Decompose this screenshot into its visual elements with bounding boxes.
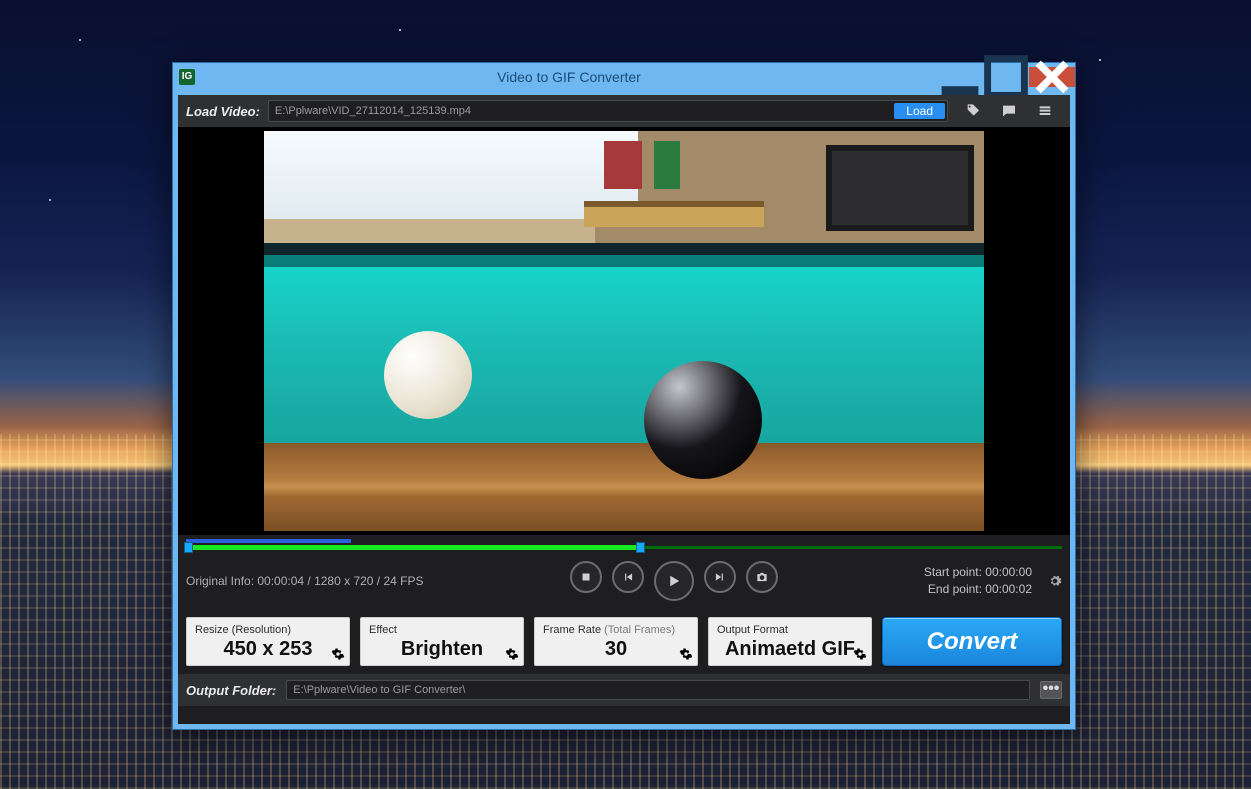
timeline[interactable] xyxy=(178,535,1070,557)
load-bar: Load Video: Load xyxy=(178,95,1070,127)
window-title: Video to GIF Converter xyxy=(201,69,937,85)
video-frame xyxy=(264,131,984,531)
range-end-handle[interactable] xyxy=(636,542,645,553)
gear-icon[interactable] xyxy=(679,645,693,663)
settings-cards: Resize (Resolution) 450 x 253 Effect Bri… xyxy=(178,609,1070,674)
framerate-card[interactable]: Frame Rate (Total Frames) 30 xyxy=(534,617,698,666)
framerate-value: 30 xyxy=(543,636,689,661)
timeline-range xyxy=(186,545,641,550)
video-path-input[interactable] xyxy=(269,102,894,120)
resize-title: Resize (Resolution) xyxy=(195,624,341,636)
timeline-playhead xyxy=(186,539,351,543)
client-area: Load Video: Load xyxy=(178,95,1070,724)
framerate-title: Frame Rate (Total Frames) xyxy=(543,624,689,636)
format-value: Animaetd GIF xyxy=(717,636,863,661)
resize-card[interactable]: Resize (Resolution) 450 x 253 xyxy=(186,617,350,666)
gear-icon[interactable] xyxy=(853,645,867,663)
maximize-button[interactable] xyxy=(983,67,1029,87)
output-folder-label: Output Folder: xyxy=(186,683,276,698)
effect-card[interactable]: Effect Brighten xyxy=(360,617,524,666)
browse-button[interactable]: ••• xyxy=(1040,681,1062,699)
original-info: Original Info: 00:00:04 / 1280 x 720 / 2… xyxy=(186,574,424,588)
snapshot-button[interactable] xyxy=(746,561,778,593)
convert-button[interactable]: Convert xyxy=(882,617,1062,666)
app-window: IG Video to GIF Converter Load Video: Lo… xyxy=(172,62,1076,730)
effect-value: Brighten xyxy=(369,636,515,661)
message-icon[interactable] xyxy=(1000,102,1018,120)
range-start-handle[interactable] xyxy=(184,542,193,553)
stop-button[interactable] xyxy=(570,561,602,593)
gear-icon[interactable] xyxy=(505,645,519,663)
app-icon: IG xyxy=(179,69,195,85)
next-frame-button[interactable] xyxy=(704,561,736,593)
format-card[interactable]: Output Format Animaetd GIF xyxy=(708,617,872,666)
output-folder-input[interactable] xyxy=(286,680,1030,700)
load-video-label: Load Video: xyxy=(186,104,260,119)
range-readout: Start point: 00:00:00 End point: 00:00:0… xyxy=(924,564,1032,598)
format-title: Output Format xyxy=(717,624,863,636)
tag-icon[interactable] xyxy=(964,102,982,120)
prev-frame-button[interactable] xyxy=(612,561,644,593)
play-button[interactable] xyxy=(654,561,694,601)
resize-value: 450 x 253 xyxy=(195,636,341,661)
range-settings-icon[interactable] xyxy=(1048,574,1062,589)
transport-controls xyxy=(434,561,914,601)
titlebar[interactable]: IG Video to GIF Converter xyxy=(173,63,1075,91)
output-bar: Output Folder: ••• xyxy=(178,674,1070,706)
video-path-box: Load xyxy=(268,100,948,122)
minimize-button[interactable] xyxy=(937,67,983,87)
close-button[interactable] xyxy=(1029,67,1075,87)
effect-title: Effect xyxy=(369,624,515,636)
gear-icon[interactable] xyxy=(331,645,345,663)
controls-row: Original Info: 00:00:04 / 1280 x 720 / 2… xyxy=(178,557,1070,609)
video-preview[interactable] xyxy=(178,127,1070,535)
list-icon[interactable] xyxy=(1036,102,1054,120)
load-button[interactable]: Load xyxy=(894,103,945,119)
